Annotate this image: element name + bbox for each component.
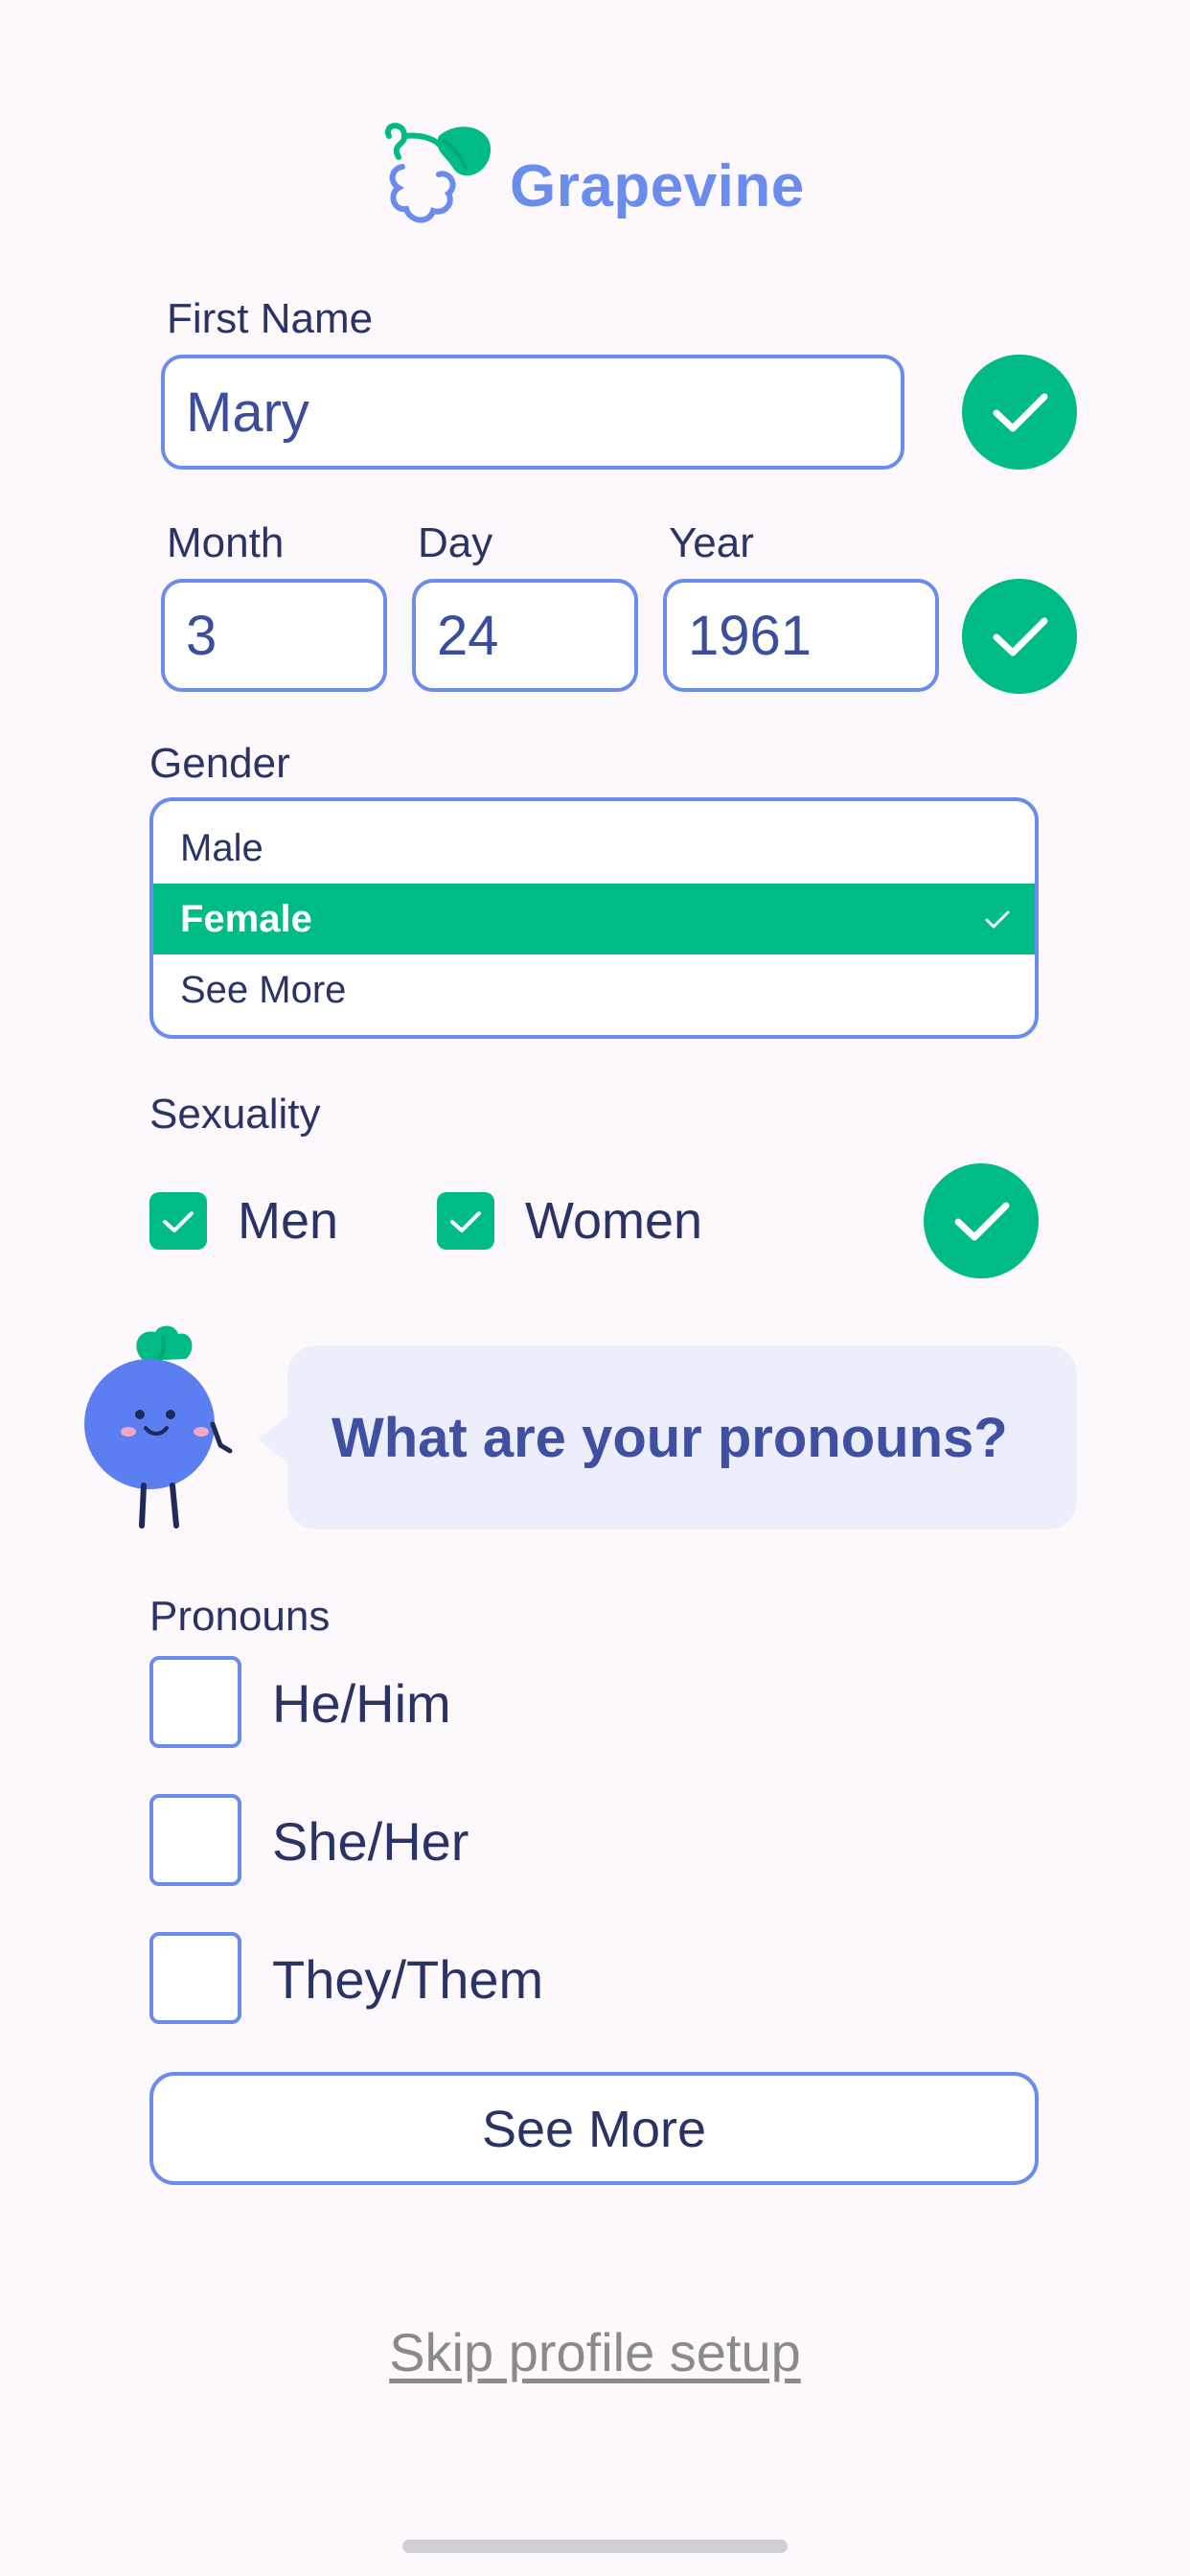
skip-profile-setup-link[interactable]: Skip profile setup <box>0 2319 1190 2386</box>
grape-mascot-icon <box>82 1321 245 1541</box>
year-label: Year <box>669 519 754 566</box>
pronouns-prompt: What are your pronouns? <box>332 1407 1008 1469</box>
first-name-label: First Name <box>167 295 374 342</box>
pronouns-label: Pronouns <box>149 1593 331 1640</box>
pronoun-she-her-label[interactable]: She/Her <box>272 1811 469 1873</box>
gender-option-male[interactable]: Male <box>153 813 1035 884</box>
pronoun-he-him-checkbox[interactable] <box>149 1656 241 1748</box>
sexuality-valid-icon <box>924 1163 1039 1278</box>
gender-option-label: See More <box>180 969 347 1011</box>
birthdate-valid-icon <box>962 579 1077 694</box>
first-name-valid-icon <box>962 355 1077 470</box>
gender-listbox[interactable]: Male Female See More <box>149 797 1039 1039</box>
pronoun-they-them-checkbox[interactable] <box>149 1932 241 2024</box>
gender-option-see-more[interactable]: See More <box>153 954 1035 1025</box>
gender-label: Gender <box>149 740 290 787</box>
pronoun-he-him-label[interactable]: He/Him <box>272 1673 451 1735</box>
gender-option-female[interactable]: Female <box>153 884 1035 954</box>
gender-option-label: Male <box>180 827 263 869</box>
checkmark-icon <box>163 1211 194 1232</box>
checkmark-icon <box>450 1211 481 1232</box>
month-input[interactable] <box>161 579 387 692</box>
sexuality-men-label[interactable]: Men <box>238 1192 338 1250</box>
day-input[interactable] <box>412 579 638 692</box>
pronouns-see-more-button[interactable]: See More <box>149 2072 1039 2185</box>
gender-option-label: Female <box>180 898 312 940</box>
app-logo-text: Grapevine <box>510 153 805 219</box>
pronoun-they-them-label[interactable]: They/Them <box>272 1949 543 2011</box>
month-label: Month <box>167 519 285 566</box>
grapevine-logo-icon <box>381 119 498 226</box>
home-indicator[interactable] <box>402 2540 788 2553</box>
first-name-input[interactable] <box>161 355 904 470</box>
year-input[interactable] <box>663 579 939 692</box>
pronoun-she-her-checkbox[interactable] <box>149 1794 241 1886</box>
sexuality-women-checkbox[interactable] <box>437 1192 494 1250</box>
sexuality-men-checkbox[interactable] <box>149 1192 207 1250</box>
day-label: Day <box>418 519 493 566</box>
speech-bubble-tail <box>259 1414 289 1464</box>
sexuality-label: Sexuality <box>149 1091 321 1138</box>
sexuality-women-label[interactable]: Women <box>525 1192 702 1250</box>
